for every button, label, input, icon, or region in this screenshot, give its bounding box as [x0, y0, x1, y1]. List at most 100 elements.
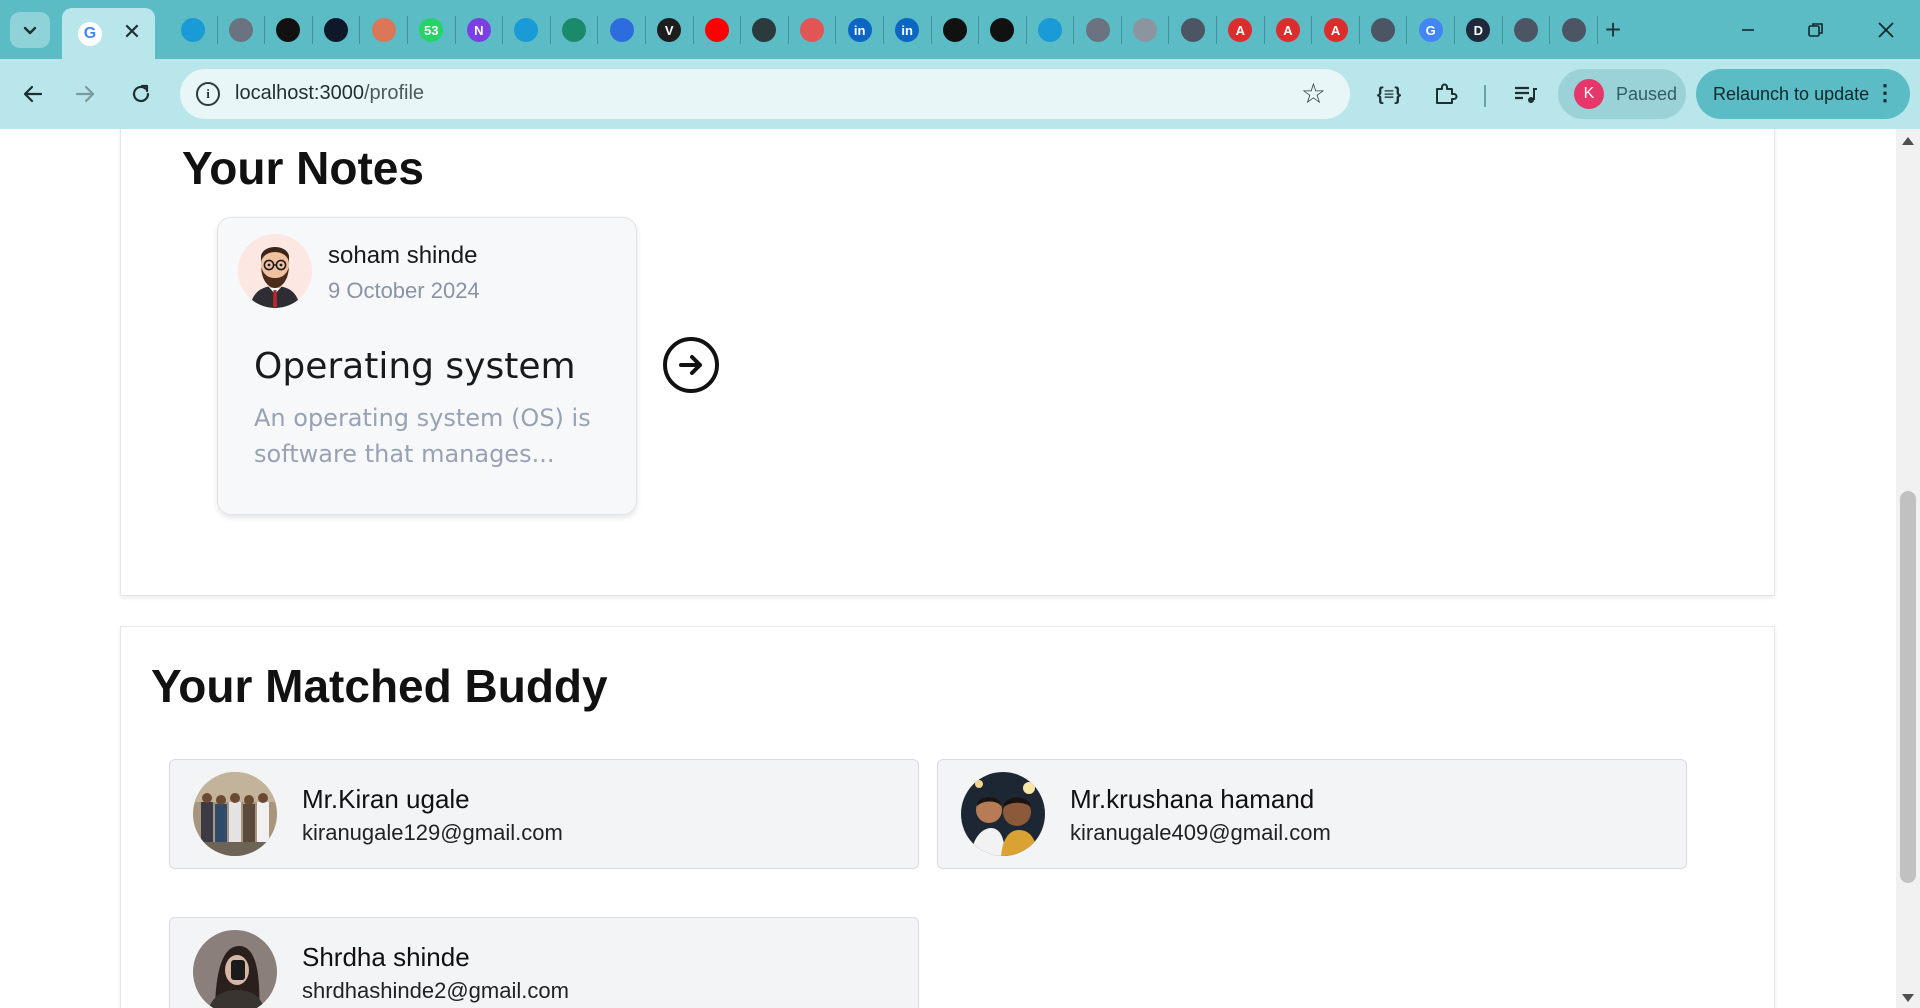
n-logo-icon: N [466, 18, 491, 42]
new-tab-button[interactable]: + [1596, 14, 1630, 46]
d-logo-icon: D [1466, 18, 1491, 42]
tab[interactable] [1169, 16, 1218, 44]
back-button[interactable] [14, 75, 52, 113]
buddy-avatar [193, 772, 277, 856]
tab[interactable] [932, 16, 980, 44]
angular-icon: A [1323, 18, 1348, 42]
tab[interactable]: 53 [408, 16, 456, 44]
google-icon: G [1418, 18, 1443, 42]
chrome-web-store-icon [181, 18, 206, 42]
minimize-icon [1742, 29, 1754, 31]
cloud-icon [800, 18, 825, 42]
profile-avatar: K [1574, 79, 1604, 109]
tab[interactable]: G [1407, 16, 1456, 44]
relaunch-button[interactable]: Relaunch to update ⋮ [1696, 69, 1910, 119]
buddy-card[interactable]: Mr.Kiran ugale kiranugale129@gmail.com [169, 759, 919, 869]
reload-icon [132, 84, 150, 103]
more-vert-icon[interactable]: ⋮ [1874, 81, 1896, 105]
tab[interactable] [265, 16, 313, 44]
tab[interactable]: in [884, 16, 932, 44]
circle-slash-icon [276, 18, 301, 42]
tab[interactable]: V [646, 16, 694, 44]
note-author: soham shinde [328, 242, 478, 269]
scroll-up-arrow-icon[interactable] [1902, 137, 1914, 145]
linkedin-icon: in [847, 18, 872, 42]
tab[interactable] [741, 16, 789, 44]
play-circle-icon [514, 18, 539, 42]
tab[interactable] [1550, 16, 1598, 44]
astronaut-icon [752, 18, 777, 42]
tab[interactable] [1360, 16, 1408, 44]
tab[interactable] [694, 16, 742, 44]
restore-icon [1808, 23, 1823, 37]
reload-button[interactable] [122, 75, 160, 113]
restore-button[interactable] [1786, 10, 1846, 50]
group-photo-avatar [193, 772, 277, 856]
bearded-man-avatar-icon [238, 234, 312, 308]
site-info-icon[interactable]: i [196, 82, 220, 106]
tab[interactable]: N [456, 16, 504, 44]
scrollbar-thumb[interactable] [1900, 491, 1916, 883]
forward-button[interactable] [66, 75, 104, 113]
chrome-icon [1561, 18, 1586, 42]
extension-json-icon[interactable]: {≡} [1370, 75, 1408, 113]
minimize-button[interactable] [1718, 10, 1778, 50]
media-controls-icon[interactable] [1506, 75, 1544, 113]
tab[interactable] [360, 16, 408, 44]
tab[interactable]: A [1265, 16, 1313, 44]
note-title: Operating system [254, 346, 576, 387]
buddy-avatar [961, 772, 1045, 856]
buddy-card[interactable]: Shrdha shinde shrdhashinde2@gmail.com [169, 917, 919, 1008]
tab[interactable]: D [1455, 16, 1503, 44]
close-tab-icon[interactable]: ✕ [118, 18, 146, 46]
vertical-scrollbar[interactable] [1896, 129, 1920, 1008]
toolbar-divider [1484, 85, 1486, 107]
tab[interactable]: A [1312, 16, 1360, 44]
arrow-right-icon [679, 355, 702, 375]
tab[interactable] [789, 16, 837, 44]
tab[interactable] [170, 16, 218, 44]
chrome-icon [1513, 18, 1538, 42]
vimeo-icon: V [657, 18, 682, 42]
github-icon [990, 18, 1015, 42]
page-viewport: Your Notes soham shinde 9 October 2024 O… [0, 129, 1896, 1008]
tab[interactable] [551, 16, 599, 44]
buddy-name: Shrdha shinde [302, 942, 470, 972]
view-note-button[interactable] [663, 337, 719, 393]
chevron-down-icon [23, 26, 37, 35]
tab[interactable]: A [1217, 16, 1265, 44]
extensions-puzzle-icon[interactable] [1426, 75, 1464, 113]
tab-search-button[interactable] [10, 12, 50, 48]
tab[interactable] [1074, 16, 1122, 44]
active-tab[interactable]: G ✕ [62, 8, 155, 59]
tab-list: 53 N Vin in A A A G D [170, 16, 1598, 44]
m-logo-icon [562, 18, 587, 42]
notes-section-title: Your Notes [182, 142, 424, 194]
tab[interactable] [1122, 16, 1170, 44]
profile-button[interactable]: K Paused [1558, 69, 1686, 119]
portrait-photo-avatar [193, 930, 277, 1008]
tab[interactable] [598, 16, 646, 44]
angular-icon: A [1228, 18, 1253, 42]
tab[interactable] [218, 16, 266, 44]
bookmark-star-icon[interactable]: ☆ [1301, 77, 1326, 110]
notes-section: Your Notes soham shinde 9 October 2024 O… [120, 129, 1775, 596]
url-path: /profile [363, 82, 425, 104]
tab[interactable] [503, 16, 551, 44]
globe-icon [1085, 18, 1110, 42]
chrome-icon [1371, 18, 1396, 42]
close-window-button[interactable] [1856, 10, 1916, 50]
note-date: 9 October 2024 [328, 278, 480, 303]
tab[interactable] [313, 16, 361, 44]
tab[interactable] [1503, 16, 1551, 44]
tab[interactable] [979, 16, 1027, 44]
tab[interactable]: in [836, 16, 884, 44]
tab[interactable] [1027, 16, 1075, 44]
buddy-card[interactable]: Mr.krushana hamand kiranugale409@gmail.c… [937, 759, 1687, 869]
note-card[interactable]: soham shinde 9 October 2024 Operating sy… [217, 217, 637, 515]
scroll-down-arrow-icon[interactable] [1902, 994, 1914, 1002]
bolt-icon [324, 18, 349, 42]
url-text: localhost:3000/profile [235, 82, 424, 105]
address-bar[interactable]: i localhost:3000/profile ☆ [180, 69, 1350, 119]
chatgpt-icon [942, 18, 967, 42]
